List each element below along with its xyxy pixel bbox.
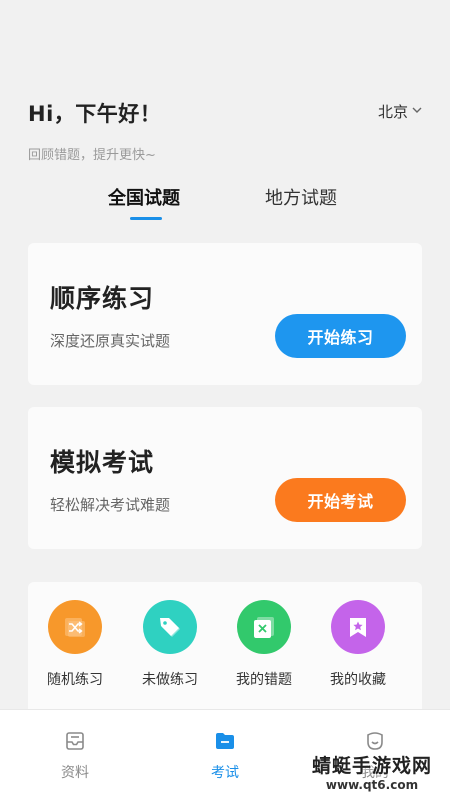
watermark-title: 蜻蜓手游戏网 [311, 755, 432, 777]
inbox-icon [64, 730, 86, 756]
tab-national[interactable]: 全国试题 [108, 184, 180, 210]
nav-label: 考试 [211, 765, 239, 781]
card-title: 顺序练习 [50, 284, 155, 313]
watermark-url: www.qt6.com [325, 778, 419, 792]
tab-active-indicator [130, 217, 162, 220]
tag-icon [143, 600, 197, 654]
start-practice-button[interactable]: 开始练习 [275, 314, 406, 358]
start-exam-button[interactable]: 开始考试 [275, 478, 406, 522]
city-selector[interactable]: 北京 [378, 101, 422, 122]
card-description: 深度还原真实试题 [50, 332, 171, 350]
shortcut-wrong-questions[interactable]: 我的错题 [224, 600, 304, 689]
shortcut-undone-practice[interactable]: 未做练习 [130, 600, 210, 689]
nav-item-materials[interactable]: 资料 [35, 730, 115, 782]
chevron-down-icon [412, 104, 422, 117]
sequential-practice-card: 顺序练习 深度还原真实试题 开始练习 [28, 243, 422, 385]
folder-icon [214, 730, 236, 756]
shuffle-icon [48, 600, 102, 654]
mock-exam-card: 模拟考试 轻松解决考试难题 开始考试 [28, 407, 422, 549]
watermark: 蜻蜓手游戏网 www.qt6.com [302, 751, 442, 792]
shortcut-label: 我的收藏 [330, 672, 386, 688]
star-bookmark-icon [331, 600, 385, 654]
tab-local[interactable]: 地方试题 [265, 184, 337, 210]
nav-label: 资料 [61, 765, 89, 781]
shortcut-favorites[interactable]: 我的收藏 [318, 600, 398, 689]
card-description: 轻松解决考试难题 [50, 496, 171, 514]
shortcut-panel: 随机练习 未做练习 我的错题 我的收藏 [28, 582, 422, 722]
greeting-title: Hi，下午好！ [28, 102, 162, 126]
shortcut-label: 未做练习 [142, 672, 198, 688]
greeting-subtitle: 回顾错题，提升更快~ [28, 148, 156, 163]
city-label: 北京 [377, 103, 408, 121]
question-tabs: 全国试题 地方试题 [0, 184, 450, 224]
wrong-book-icon [237, 600, 291, 654]
shortcut-label: 我的错题 [236, 672, 292, 688]
shortcut-random-practice[interactable]: 随机练习 [35, 600, 115, 689]
shortcut-label: 随机练习 [47, 672, 103, 688]
card-title: 模拟考试 [50, 448, 155, 477]
nav-item-exam[interactable]: 考试 [185, 730, 265, 782]
